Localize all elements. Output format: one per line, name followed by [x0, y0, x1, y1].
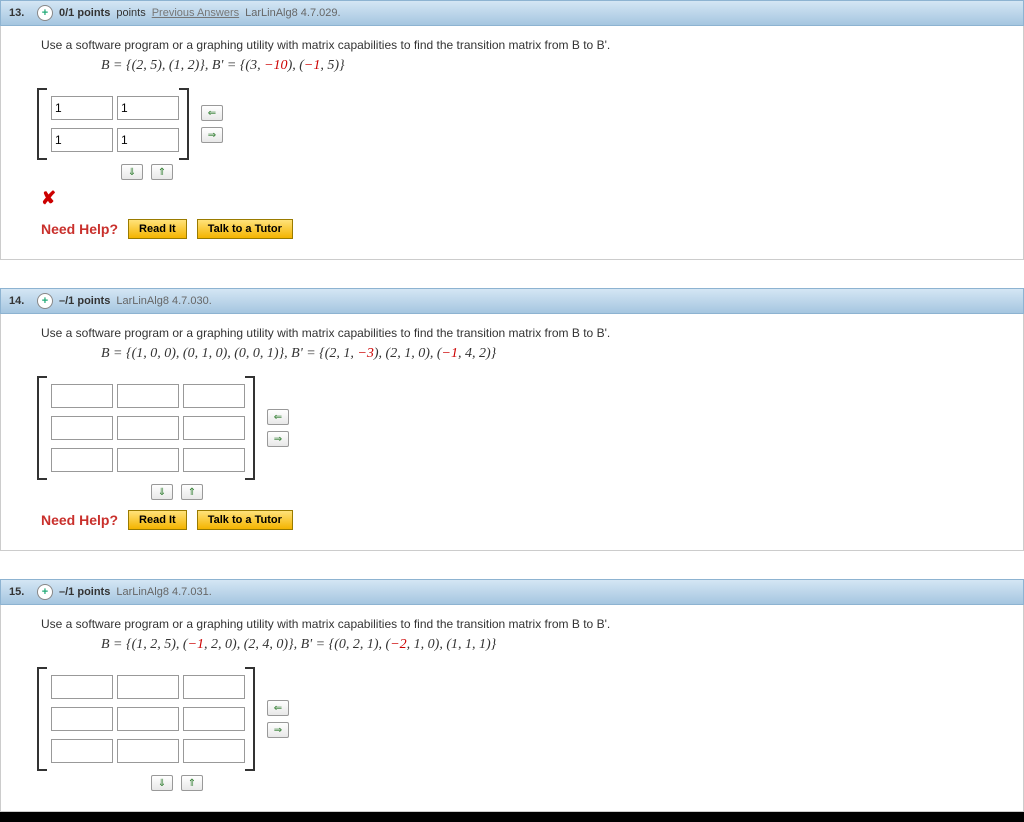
matrix-input-area: ⇐ ⇒: [41, 376, 1007, 480]
arrow-right-icon[interactable]: ⇒: [267, 722, 289, 738]
question-number: 15.: [9, 586, 31, 598]
matrix-cell[interactable]: [117, 675, 179, 699]
matrix-3x3: [41, 376, 251, 480]
help-row: Need Help? Read It Talk to a Tutor: [41, 510, 1007, 530]
arrow-right-icon[interactable]: ⇒: [201, 127, 223, 143]
matrix-cell[interactable]: [117, 707, 179, 731]
matrix-input-area: ⇐ ⇒: [41, 667, 1007, 771]
question-ref: LarLinAlg8 4.7.029.: [245, 7, 340, 19]
arrow-up-icon[interactable]: ⇑: [151, 164, 173, 180]
incorrect-icon: ✘: [41, 188, 1007, 209]
question-prompt: Use a software program or a graphing uti…: [41, 326, 1007, 340]
matrix-cell[interactable]: [183, 707, 245, 731]
matrix-cell[interactable]: [117, 416, 179, 440]
matrix-cell[interactable]: [183, 675, 245, 699]
arrow-down-icon[interactable]: ⇓: [121, 164, 143, 180]
need-help-label: Need Help?: [41, 512, 118, 528]
arrow-left-icon[interactable]: ⇐: [201, 105, 223, 121]
question-ref: LarLinAlg8 4.7.030.: [116, 295, 211, 307]
read-it-button[interactable]: Read It: [128, 219, 187, 239]
bracket-left-icon: [37, 667, 47, 771]
matrix-cell[interactable]: [51, 128, 113, 152]
question-body-13: Use a software program or a graphing uti…: [0, 26, 1024, 260]
points-label: points: [116, 7, 145, 19]
col-nav-arrows: ⇐ ⇒: [267, 409, 289, 447]
matrix-cell[interactable]: [183, 448, 245, 472]
help-row: Need Help? Read It Talk to a Tutor: [41, 219, 1007, 239]
question-header-14: 14. + –/1 points LarLinAlg8 4.7.030.: [0, 288, 1024, 314]
bracket-right-icon: [179, 88, 189, 160]
expand-icon[interactable]: +: [37, 584, 53, 600]
row-nav-arrows: ⇓ ⇑: [151, 775, 1007, 791]
read-it-button[interactable]: Read It: [128, 510, 187, 530]
talk-tutor-button[interactable]: Talk to a Tutor: [197, 219, 293, 239]
matrix-cell[interactable]: [51, 384, 113, 408]
question-ref: LarLinAlg8 4.7.031.: [116, 586, 211, 598]
previous-answers-link[interactable]: Previous Answers: [152, 7, 239, 19]
question-number: 13.: [9, 7, 31, 19]
matrix-cell[interactable]: [117, 448, 179, 472]
expand-icon[interactable]: +: [37, 293, 53, 309]
basis-definition: B = {(2, 5), (1, 2)}, B' = {(3, −10), (−…: [101, 58, 1007, 74]
matrix-cell[interactable]: [117, 128, 179, 152]
row-nav-arrows: ⇓ ⇑: [121, 164, 1007, 180]
basis-definition: B = {(1, 2, 5), (−1, 2, 0), (2, 4, 0)}, …: [101, 637, 1007, 653]
arrow-left-icon[interactable]: ⇐: [267, 700, 289, 716]
question-prompt: Use a software program or a graphing uti…: [41, 38, 1007, 52]
arrow-down-icon[interactable]: ⇓: [151, 775, 173, 791]
matrix-cell[interactable]: [51, 416, 113, 440]
matrix-3x3: [41, 667, 251, 771]
question-header-15: 15. + –/1 points LarLinAlg8 4.7.031.: [0, 579, 1024, 605]
matrix-2x2: [41, 88, 185, 160]
arrow-up-icon[interactable]: ⇑: [181, 484, 203, 500]
points-text: 0/1 points: [59, 7, 110, 19]
matrix-cell[interactable]: [183, 739, 245, 763]
bracket-left-icon: [37, 88, 47, 160]
bracket-left-icon: [37, 376, 47, 480]
expand-icon[interactable]: +: [37, 5, 53, 21]
bracket-right-icon: [245, 667, 255, 771]
points-text: –/1 points: [59, 295, 110, 307]
matrix-cell[interactable]: [183, 416, 245, 440]
matrix-cell[interactable]: [51, 675, 113, 699]
matrix-input-area: ⇐ ⇒: [41, 88, 1007, 160]
need-help-label: Need Help?: [41, 221, 118, 237]
matrix-cell[interactable]: [51, 96, 113, 120]
question-body-14: Use a software program or a graphing uti…: [0, 314, 1024, 551]
matrix-cell[interactable]: [183, 384, 245, 408]
matrix-cell[interactable]: [117, 739, 179, 763]
matrix-cell[interactable]: [51, 707, 113, 731]
question-prompt: Use a software program or a graphing uti…: [41, 617, 1007, 631]
arrow-left-icon[interactable]: ⇐: [267, 409, 289, 425]
matrix-cell[interactable]: [51, 448, 113, 472]
arrow-up-icon[interactable]: ⇑: [181, 775, 203, 791]
bracket-right-icon: [245, 376, 255, 480]
matrix-cell[interactable]: [117, 384, 179, 408]
matrix-cell[interactable]: [117, 96, 179, 120]
question-body-15: Use a software program or a graphing uti…: [0, 605, 1024, 812]
row-nav-arrows: ⇓ ⇑: [151, 484, 1007, 500]
basis-definition: B = {(1, 0, 0), (0, 1, 0), (0, 0, 1)}, B…: [101, 346, 1007, 362]
points-text: –/1 points: [59, 586, 110, 598]
col-nav-arrows: ⇐ ⇒: [267, 700, 289, 738]
arrow-down-icon[interactable]: ⇓: [151, 484, 173, 500]
arrow-right-icon[interactable]: ⇒: [267, 431, 289, 447]
question-number: 14.: [9, 295, 31, 307]
talk-tutor-button[interactable]: Talk to a Tutor: [197, 510, 293, 530]
matrix-cell[interactable]: [51, 739, 113, 763]
question-header-13: 13. + 0/1 points points Previous Answers…: [0, 0, 1024, 26]
col-nav-arrows: ⇐ ⇒: [201, 105, 223, 143]
